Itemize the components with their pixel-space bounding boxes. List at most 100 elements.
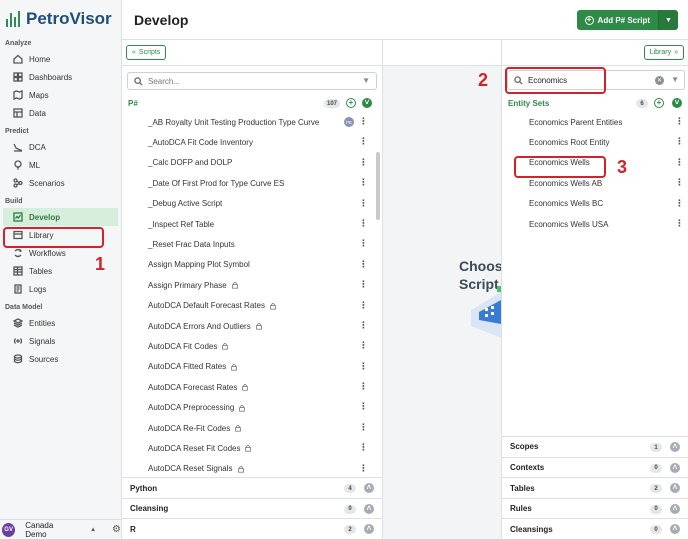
library-toggle-button[interactable]: Library »	[643, 45, 684, 60]
script-item[interactable]: AutoDCA Fit Codes ⋮	[122, 336, 382, 356]
more-options-icon[interactable]: ⋮	[359, 259, 368, 268]
script-item[interactable]: _Date Of First Prod for Type Curve ES ⋮	[122, 173, 382, 193]
more-options-icon[interactable]: ⋮	[675, 157, 684, 166]
expand-section-icon[interactable]: ˄	[670, 503, 680, 514]
script-item[interactable]: Assign Mapping Plot Symbol ⋮	[122, 255, 382, 275]
expand-section-icon[interactable]: ˄	[670, 524, 680, 535]
more-options-icon[interactable]: ⋮	[359, 361, 368, 370]
more-options-icon[interactable]: ⋮	[359, 198, 368, 207]
expand-section-icon[interactable]: ˄	[670, 483, 680, 494]
script-item[interactable]: _AB Royalty Unit Testing Production Type…	[122, 112, 382, 132]
more-options-icon[interactable]: ⋮	[359, 320, 368, 329]
more-options-icon[interactable]: ⋮	[359, 178, 368, 187]
chevron-down-icon[interactable]: ▼	[658, 10, 678, 30]
script-item[interactable]: _Calc DOFP and DOLP ⋮	[122, 153, 382, 173]
section-contexts[interactable]: Contexts 0 ˄	[502, 456, 688, 478]
more-options-icon[interactable]: ⋮	[359, 137, 368, 146]
sidebar-item-library[interactable]: Library	[3, 226, 118, 244]
entity-set-item-economics-parent-entities[interactable]: Economics Parent Entities ⋮	[502, 112, 688, 132]
section-title: Tables	[510, 483, 535, 493]
sidebar-item-logs[interactable]: Logs	[3, 280, 118, 298]
add-pscript-icon[interactable]: +	[346, 98, 356, 108]
workspace-name[interactable]: Canada Demo	[25, 521, 74, 539]
avatar[interactable]: GV	[2, 522, 16, 537]
collapse-pscripts-icon[interactable]: ˅	[362, 98, 372, 108]
more-options-icon[interactable]: ⋮	[359, 117, 368, 126]
sidebar-item-sources[interactable]: Sources	[3, 350, 118, 368]
sidebar-item-entities[interactable]: Entities	[3, 314, 118, 332]
app-logo[interactable]: PetroVisor	[0, 0, 121, 38]
more-options-icon[interactable]: ⋮	[359, 239, 368, 248]
scrollbar[interactable]	[376, 152, 380, 220]
filter-icon[interactable]: ▼	[671, 75, 679, 84]
more-options-icon[interactable]: ⋮	[359, 382, 368, 391]
pscripts-section-header[interactable]: P# 107 + ˅	[122, 94, 382, 112]
entity-set-item-economics-wells-bc[interactable]: Economics Wells BC ⋮	[502, 194, 688, 214]
lock-icon	[231, 282, 238, 289]
section-cleansings[interactable]: Cleansings 0 ˄	[502, 518, 688, 539]
script-item[interactable]: AutoDCA Forecast Rates ⋮	[122, 377, 382, 397]
section-tables[interactable]: Tables 2 ˄	[502, 477, 688, 498]
section-cleansing[interactable]: Cleansing 0 ˄	[122, 497, 382, 519]
more-options-icon[interactable]: ⋮	[359, 422, 368, 431]
script-item[interactable]: AutoDCA Errors And Outliers ⋮	[122, 316, 382, 336]
section-scopes[interactable]: Scopes 1 ˄	[502, 436, 688, 457]
script-item[interactable]: AutoDCA Reset Signals ⋮	[122, 459, 382, 479]
more-options-icon[interactable]: ⋮	[359, 218, 368, 227]
more-options-icon[interactable]: ⋮	[359, 443, 368, 452]
sidebar-item-home[interactable]: Home	[3, 50, 118, 68]
entity-set-item-economics-root-entity[interactable]: Economics Root Entity ⋮	[502, 132, 688, 152]
sidebar-item-dca[interactable]: DCA	[3, 138, 118, 156]
entity-set-item-economics-wells-ab[interactable]: Economics Wells AB ⋮	[502, 173, 688, 193]
expand-section-icon[interactable]: ˄	[364, 483, 374, 494]
script-item[interactable]: AutoDCA Default Forecast Rates ⋮	[122, 296, 382, 316]
sidebar-item-dashboards[interactable]: Dashboards	[3, 68, 118, 86]
sidebar-item-data[interactable]: Data	[3, 104, 118, 122]
script-item[interactable]: _Inspect Ref Table ⋮	[122, 214, 382, 234]
more-options-icon[interactable]: ⋮	[359, 157, 368, 166]
more-options-icon[interactable]: ⋮	[359, 463, 368, 472]
chevron-up-icon[interactable]: ▲	[90, 527, 96, 533]
add-entity-set-icon[interactable]: +	[654, 98, 664, 108]
sidebar-item-signals[interactable]: Signals	[3, 332, 118, 350]
more-options-icon[interactable]: ⋮	[359, 280, 368, 289]
expand-section-icon[interactable]: ˄	[364, 503, 374, 514]
script-item[interactable]: AutoDCA Re-Fit Codes ⋮	[122, 418, 382, 438]
filter-icon[interactable]: ▼	[362, 76, 370, 85]
script-item[interactable]: AutoDCA Preprocessing ⋮	[122, 397, 382, 417]
section-python[interactable]: Python 4 ˄	[122, 477, 382, 498]
expand-section-icon[interactable]: ˄	[364, 524, 374, 535]
sidebar-item-maps[interactable]: Maps	[3, 86, 118, 104]
script-item[interactable]: _Debug Active Script ⋮	[122, 194, 382, 214]
script-item[interactable]: _Reset Frac Data Inputs ⋮	[122, 234, 382, 254]
gear-icon[interactable]: ⚙	[112, 524, 121, 535]
collapse-entity-sets-icon[interactable]: ˅	[672, 98, 682, 108]
entity-sets-section-header[interactable]: Entity Sets 6 + ˅	[502, 94, 688, 112]
expand-section-icon[interactable]: ˄	[670, 462, 680, 473]
sidebar-item-ml[interactable]: ML	[3, 156, 118, 174]
add-script-button[interactable]: + Add P# Script	[576, 10, 658, 30]
clear-icon[interactable]: ✕	[655, 76, 664, 85]
more-options-icon[interactable]: ⋮	[675, 137, 684, 146]
scripts-toggle-button[interactable]: « Scripts	[126, 45, 167, 60]
script-item[interactable]: _AutoDCA Fit Code Inventory ⋮	[122, 132, 382, 152]
more-options-icon[interactable]: ⋮	[675, 198, 684, 207]
entity-set-item-economics-wells[interactable]: Economics Wells ⋮	[502, 153, 688, 173]
library-search-input[interactable]	[528, 75, 628, 85]
more-options-icon[interactable]: ⋮	[359, 341, 368, 350]
more-options-icon[interactable]: ⋮	[359, 300, 368, 309]
script-item[interactable]: Assign Primary Phase ⋮	[122, 275, 382, 295]
entity-set-item-economics-wells-usa[interactable]: Economics Wells USA ⋮	[502, 214, 688, 234]
expand-section-icon[interactable]: ˄	[670, 442, 680, 453]
more-options-icon[interactable]: ⋮	[675, 218, 684, 227]
more-options-icon[interactable]: ⋮	[675, 178, 684, 187]
sidebar-item-scenarios[interactable]: Scenarios	[3, 174, 118, 192]
script-item[interactable]: AutoDCA Reset Fit Codes ⋮	[122, 438, 382, 458]
sidebar-item-develop[interactable]: Develop	[3, 208, 118, 226]
more-options-icon[interactable]: ⋮	[359, 402, 368, 411]
section-rules[interactable]: Rules 0 ˄	[502, 497, 688, 519]
script-item[interactable]: AutoDCA Fitted Rates ⋮	[122, 357, 382, 377]
script-search-input[interactable]	[148, 76, 348, 86]
more-options-icon[interactable]: ⋮	[675, 117, 684, 126]
section-r[interactable]: R 2 ˄	[122, 518, 382, 539]
